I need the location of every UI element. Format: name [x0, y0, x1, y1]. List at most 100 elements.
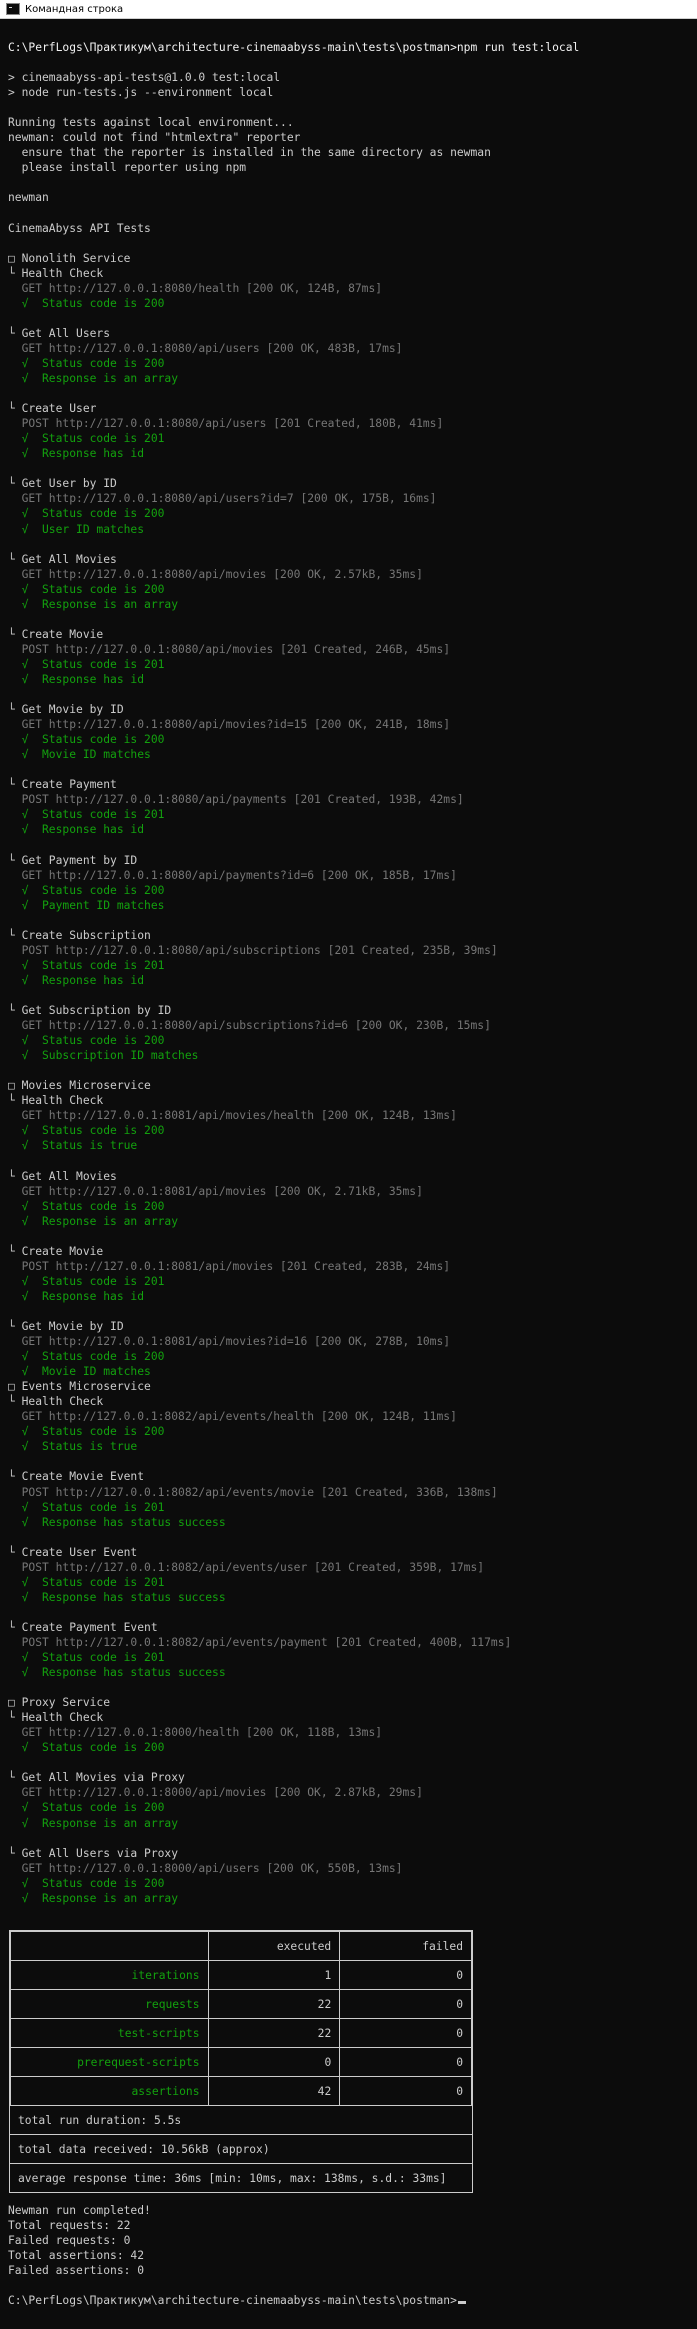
summary-row-executed: 1: [207, 1960, 341, 1990]
line-text: Total requests: 22: [8, 2219, 131, 2233]
result-line: Total requests: 22: [8, 2218, 688, 2233]
summary-row: prerequest-scripts 0 0: [10, 2047, 472, 2077]
terminal-line: √ Status code is 201: [8, 958, 165, 972]
window-titlebar[interactable]: Командная строка: [0, 0, 697, 19]
terminal-line: └ Create User: [8, 402, 97, 416]
line-text: Total assertions: 42: [8, 2249, 145, 2263]
summary-row: assertions 42 0: [10, 2076, 472, 2106]
terminal-line: √ Status code is 200: [8, 1741, 165, 1755]
terminal-line: √ Status code is 200: [8, 1801, 165, 1815]
summary-row-failed: 0: [339, 1960, 472, 1990]
terminal-line: POST http://127.0.0.1:8080/api/movies [2…: [8, 642, 451, 656]
terminal-line: √ Response has status success: [8, 1515, 226, 1529]
terminal-line: √ Status code is 201: [8, 1575, 165, 1589]
terminal-line: C:\PerfLogs\Практикум\architecture-cinem…: [8, 41, 580, 54]
terminal-line: └ Get Movie by ID: [8, 1319, 124, 1333]
summary-row-failed: 0: [339, 2047, 472, 2077]
terminal-line: └ Health Check: [8, 1094, 104, 1108]
summary-row-failed: 0: [339, 2018, 472, 2048]
terminal-line: √ Status code is 200: [8, 507, 165, 521]
terminal-line: └ Get All Users: [8, 326, 111, 340]
line-text: C:\PerfLogs\Практикум\architecture-cinem…: [8, 2294, 457, 2308]
terminal-line: √ Status code is 200: [8, 1034, 165, 1048]
terminal-line: √ Status code is 201: [8, 1500, 165, 1514]
terminal-line: √ Status code is 200: [8, 356, 165, 370]
summary-row-label: assertions: [10, 2076, 209, 2106]
terminal-line: > node run-tests.js --environment local: [8, 86, 274, 100]
terminal-line: □ Movies Microservice: [8, 1079, 151, 1093]
terminal-line: └ Create Movie Event: [8, 1470, 145, 1484]
terminal-line: √ Status code is 200: [8, 582, 165, 596]
terminal-line: √ Movie ID matches: [8, 1365, 151, 1379]
terminal-line: please install reporter using npm: [8, 161, 247, 175]
terminal-line: √ Status code is 200: [8, 1199, 165, 1213]
terminal-line: √ Status is true: [8, 1139, 138, 1153]
summary-row: requests 22 0: [10, 1989, 472, 2019]
summary-row-failed: 0: [339, 2076, 472, 2106]
terminal-line: √ Status is true: [8, 1440, 138, 1454]
summary-row-label: requests: [10, 1989, 209, 2019]
terminal-line: √ Status code is 200: [8, 1124, 165, 1138]
terminal-line: Running tests against local environment.…: [8, 116, 294, 130]
terminal-line: └ Health Check: [8, 1395, 104, 1409]
terminal-line: └ Get Subscription by ID: [8, 1004, 172, 1017]
summary-header-failed: failed: [339, 1931, 472, 1961]
terminal-line: └ Get User by ID: [8, 477, 117, 491]
terminal-line: √ Status code is 200: [8, 1425, 165, 1439]
terminal-line: GET http://127.0.0.1:8081/api/movies?id=…: [8, 1335, 451, 1349]
summary-table: executed failed iterations 1 0 requests …: [9, 1930, 473, 2193]
summary-row-executed: 22: [207, 1989, 341, 2019]
terminal-line: √ Response is an array: [8, 372, 179, 386]
terminal-line: √ Status code is 200: [8, 883, 165, 897]
command-prompt[interactable]: C:\PerfLogs\Практикум\architecture-cinem…: [8, 2293, 688, 2308]
terminal-line: GET http://127.0.0.1:8080/api/subscripti…: [8, 1019, 491, 1033]
terminal-line: GET http://127.0.0.1:8080/api/users [200…: [8, 341, 403, 355]
line-text: Newman run completed!: [8, 2204, 151, 2217]
terminal-line: POST http://127.0.0.1:8080/api/subscript…: [8, 943, 498, 957]
summary-header-blank: [10, 1931, 209, 1961]
terminal-line: √ Response is an array: [8, 1214, 179, 1228]
result-line: Newman run completed!: [8, 2203, 688, 2218]
terminal-line: newman: [8, 191, 49, 205]
terminal-line: □ Events Microservice: [8, 1380, 151, 1394]
terminal-line: GET http://127.0.0.1:8080/health [200 OK…: [8, 281, 383, 295]
line-text: Failed assertions: 0: [8, 2264, 145, 2278]
result-line: Total assertions: 42: [8, 2248, 688, 2263]
result-line: Failed requests: 0: [8, 2233, 688, 2248]
terminal-line: CinemaAbyss API Tests: [8, 221, 151, 235]
terminal-line: √ Status code is 200: [8, 1350, 165, 1364]
terminal-line: □ Nonolith Service: [8, 251, 131, 265]
terminal-line: √ Response has status success: [8, 1590, 226, 1604]
terminal-line: POST http://127.0.0.1:8082/api/events/mo…: [8, 1485, 498, 1499]
console-icon: [6, 3, 20, 15]
terminal-line: √ Response is an array: [8, 1816, 179, 1830]
terminal-line: POST http://127.0.0.1:8082/api/events/pa…: [8, 1635, 512, 1649]
window-title: Командная строка: [25, 3, 124, 15]
terminal-line: newman: could not find "htmlextra" repor…: [8, 131, 301, 145]
terminal-line: GET http://127.0.0.1:8080/api/movies [20…: [8, 567, 423, 581]
terminal-line: GET http://127.0.0.1:8000/health [200 OK…: [8, 1726, 383, 1740]
terminal-line: √ Status code is 201: [8, 432, 165, 446]
terminal-line: POST http://127.0.0.1:8080/api/payments …: [8, 793, 464, 807]
terminal-line: └ Create Subscription: [8, 928, 151, 942]
terminal-line: └ Create User Event: [8, 1545, 138, 1559]
summary-header-executed: executed: [207, 1931, 341, 1961]
summary-data-received: total data received: 10.56kB (approx): [10, 2135, 472, 2164]
result-line: Failed assertions: 0: [8, 2263, 688, 2278]
summary-row-executed: 0: [207, 2047, 341, 2077]
terminal-line: √ Status code is 200: [8, 733, 165, 747]
